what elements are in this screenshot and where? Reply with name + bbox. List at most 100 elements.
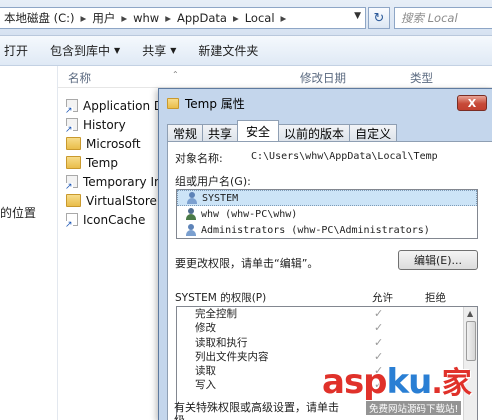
user-item-whw[interactable]: whw (whw-PC\whw)	[177, 206, 477, 222]
tab-security[interactable]: 安全	[237, 120, 280, 141]
tab-general[interactable]: 常规	[167, 124, 204, 141]
group-users-label: 组或用户名(G):	[175, 175, 251, 188]
user-name: whw (whw-PC\whw)	[201, 208, 298, 220]
column-header-row: 名称 ⌃ 修改日期 类型	[58, 66, 492, 88]
user-item-administrators[interactable]: Administrators (whw-PC\Administrators)	[177, 222, 477, 238]
breadcrumb-item-users[interactable]: 用户	[92, 10, 115, 26]
folder-link-icon	[65, 175, 78, 192]
breadcrumb[interactable]: 本地磁盘 (C:) ▸ 用户 ▸ whw ▸ AppData ▸ Local ▸…	[0, 7, 366, 29]
watermark-suffix: .家	[431, 366, 471, 401]
user-group-icon	[186, 192, 198, 204]
list-item[interactable]: Temporary In	[65, 172, 166, 192]
watermark-tagline: 免费网站源码下载站!	[366, 401, 462, 415]
dialog-title: Temp 属性	[185, 96, 245, 111]
permission-name: 读取	[195, 365, 216, 378]
deny-column-label: 拒绝	[425, 292, 446, 304]
file-name: Temp	[86, 155, 118, 170]
user-icon	[185, 208, 197, 220]
scrollbar-thumb[interactable]	[466, 321, 476, 361]
share-button[interactable]: 共享 ▼	[142, 42, 176, 59]
new-folder-label: 新建文件夹	[198, 44, 259, 58]
special-permissions-hint: 有关特殊权限或高级设置，请单击 级	[174, 401, 344, 420]
folder-icon	[66, 137, 81, 150]
file-list: Application D History Microsoft Temp Tem…	[65, 96, 166, 230]
list-item[interactable]: History	[65, 115, 166, 135]
breadcrumb-separator-icon[interactable]: ▸	[121, 11, 127, 25]
file-name: IconCache	[83, 212, 146, 227]
breadcrumb-item-local[interactable]: Local	[245, 11, 275, 25]
object-name-row: 对象名称: C:\Users\whw\AppData\Local\Temp	[175, 150, 438, 166]
special-permissions-line-2: 级	[174, 414, 344, 420]
watermark-logo: aspku.家	[322, 362, 472, 402]
folder-icon	[66, 194, 81, 207]
folder-link-icon	[65, 99, 78, 116]
file-name: Microsoft	[86, 136, 141, 151]
sort-ascending-icon: ⌃	[172, 70, 179, 79]
tab-previous-versions[interactable]: 以前的版本	[278, 124, 351, 141]
breadcrumb-item-drive[interactable]: 本地磁盘 (C:)	[4, 10, 75, 26]
change-permissions-hint: 要更改权限，请单击“编辑”。	[175, 257, 319, 270]
watermark-asp: asp	[322, 362, 388, 402]
column-header-type[interactable]: 类型	[410, 70, 433, 86]
folder-icon	[66, 156, 81, 169]
folder-link-icon	[65, 118, 78, 135]
watermark-ku: ku	[386, 362, 433, 402]
list-item[interactable]: VirtualStore	[66, 191, 166, 210]
breadcrumb-item-appdata[interactable]: AppData	[177, 11, 227, 25]
refresh-button[interactable]: ↻	[368, 7, 390, 29]
users-listbox[interactable]: SYSTEM whw (whw-PC\whw) Administrators (…	[176, 189, 478, 239]
permissions-title: SYSTEM 的权限(P)	[175, 292, 267, 304]
breadcrumb-item-whw[interactable]: whw	[133, 11, 159, 25]
navigation-pane: 的位置	[0, 66, 58, 420]
column-header-name[interactable]: 名称	[68, 70, 91, 86]
folder-icon	[167, 97, 179, 109]
command-bar: 打开 包含到库中 ▼ 共享 ▼ 新建文件夹	[0, 36, 492, 66]
file-icon	[65, 213, 78, 230]
breadcrumb-separator-icon[interactable]: ▸	[281, 11, 287, 25]
site-watermark: aspku.家 免费网站源码下载站!	[322, 364, 490, 418]
list-item[interactable]: Microsoft	[66, 134, 166, 153]
permission-row: 读取和执行 ✓	[177, 336, 477, 350]
file-name: Temporary In	[83, 174, 162, 189]
address-dropdown-icon[interactable]: ▼	[354, 11, 361, 21]
close-icon: X	[467, 96, 477, 110]
permission-name: 列出文件夹内容	[195, 350, 269, 363]
user-item-system[interactable]: SYSTEM	[177, 190, 477, 206]
breadcrumb-separator-icon[interactable]: ▸	[233, 11, 239, 25]
scroll-up-icon[interactable]: ▲	[467, 309, 473, 318]
allow-check-icon: ✓	[374, 307, 384, 320]
chevron-down-icon: ▼	[170, 46, 177, 55]
list-item[interactable]: IconCache	[65, 210, 166, 230]
object-name-label: 对象名称:	[175, 152, 223, 165]
include-in-library-button[interactable]: 包含到库中 ▼	[50, 42, 120, 59]
file-name: VirtualStore	[86, 193, 157, 208]
refresh-icon: ↻	[373, 10, 385, 26]
list-item[interactable]: Temp	[66, 153, 166, 172]
breadcrumb-separator-icon[interactable]: ▸	[81, 11, 87, 25]
allow-column-label: 允许	[372, 292, 393, 304]
permission-row: 完全控制 ✓	[177, 307, 477, 321]
permission-name: 写入	[195, 379, 216, 392]
close-button[interactable]: X	[457, 95, 487, 111]
open-label: 打开	[4, 44, 29, 58]
search-input[interactable]: 搜索 Local	[394, 7, 492, 29]
file-name: Application D	[83, 98, 164, 113]
special-permissions-line-1: 有关特殊权限或高级设置，请单击	[174, 401, 339, 414]
edit-button[interactable]: 编辑(E)...	[398, 250, 478, 270]
chevron-down-icon: ▼	[114, 46, 121, 55]
tab-sharing[interactable]: 共享	[202, 124, 239, 141]
permission-name: 修改	[195, 322, 216, 335]
open-button[interactable]: 打开	[4, 42, 28, 59]
allow-check-icon: ✓	[374, 335, 384, 349]
dialog-titlebar[interactable]: Temp 属性	[159, 89, 492, 117]
user-name: Administrators (whw-PC\Administrators)	[201, 224, 430, 236]
tab-bar: 常规 共享 安全 以前的版本 自定义	[167, 120, 398, 141]
list-item[interactable]: Application D	[65, 96, 166, 116]
tab-customize[interactable]: 自定义	[349, 124, 398, 141]
new-folder-button[interactable]: 新建文件夹	[198, 42, 258, 59]
permission-row: 修改 ✓	[177, 321, 477, 335]
column-header-modified[interactable]: 修改日期	[300, 70, 346, 86]
nav-item-recent-places[interactable]: 的位置	[0, 204, 36, 221]
breadcrumb-separator-icon[interactable]: ▸	[165, 11, 171, 25]
object-name-value: C:\Users\whw\AppData\Local\Temp	[251, 151, 438, 162]
